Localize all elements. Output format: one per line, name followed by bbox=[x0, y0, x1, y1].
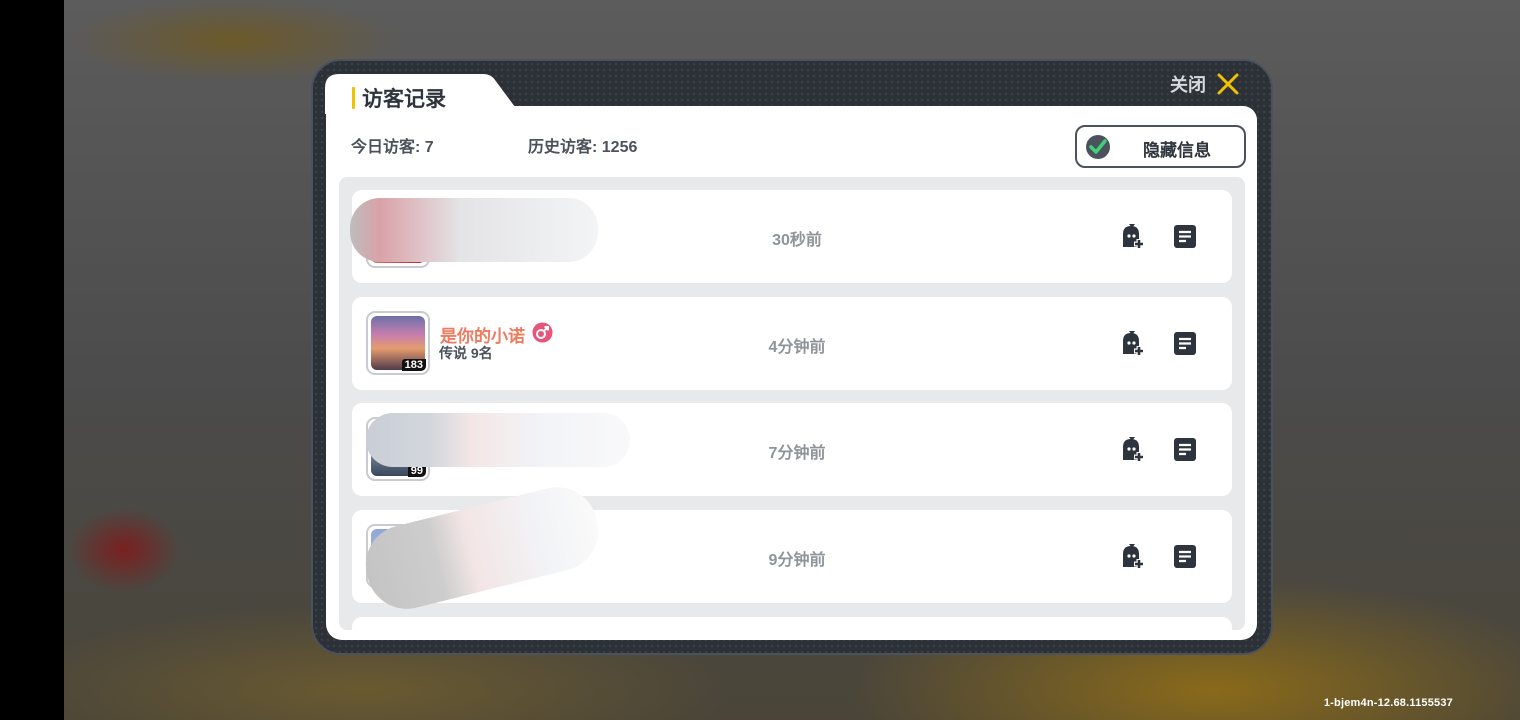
visitor-rank: 传说 9名 bbox=[439, 345, 493, 361]
add-friend-icon[interactable] bbox=[1119, 542, 1145, 570]
checkmark-icon bbox=[1086, 135, 1110, 159]
add-friend-icon[interactable] bbox=[1119, 222, 1145, 250]
history-visitors: 历史访客: 1256 bbox=[528, 139, 638, 156]
note-icon[interactable] bbox=[1173, 544, 1197, 569]
visit-time: 7分钟前 bbox=[768, 445, 826, 462]
modal-title: 访客记录 bbox=[362, 88, 446, 111]
redaction-blur bbox=[357, 478, 607, 618]
close-label: 关闭 bbox=[1170, 75, 1206, 95]
visit-time: 9分钟前 bbox=[768, 552, 826, 569]
today-visitors: 今日访客: 7 bbox=[351, 139, 434, 156]
title-accent-bar bbox=[352, 87, 355, 109]
add-friend-icon[interactable] bbox=[1119, 435, 1145, 463]
visit-time: 30秒前 bbox=[772, 232, 822, 249]
add-friend-icon[interactable] bbox=[1119, 329, 1145, 357]
redaction-blur bbox=[366, 413, 630, 467]
level-badge: 183 bbox=[401, 359, 426, 371]
visitor-row-partial[interactable] bbox=[352, 617, 1232, 630]
visit-time: 4分钟前 bbox=[768, 339, 826, 356]
visitor-row[interactable]: 30秒前 bbox=[350, 190, 1232, 283]
left-letterbox bbox=[0, 0, 64, 720]
note-icon[interactable] bbox=[1173, 331, 1197, 356]
note-icon[interactable] bbox=[1173, 437, 1197, 462]
close-icon bbox=[1217, 73, 1239, 95]
visitor-row[interactable]: 183 是你的小诺 传说 9名 4分钟前 bbox=[352, 297, 1232, 390]
avatar[interactable]: 183 bbox=[366, 311, 430, 375]
redaction-blur bbox=[350, 198, 598, 262]
visitor-list[interactable]: 30秒前 183 是你的小诺 传说 9名 4分钟前 99 7分钟前 9分钟前 bbox=[339, 177, 1245, 630]
hide-info-toggle[interactable]: 隐藏信息 bbox=[1075, 125, 1246, 168]
hide-info-label: 隐藏信息 bbox=[1143, 141, 1211, 160]
male-gender-icon bbox=[532, 322, 553, 343]
visitor-row[interactable]: 9分钟前 bbox=[352, 478, 1232, 618]
close-button[interactable]: 关闭 bbox=[1170, 70, 1240, 98]
build-version-tag: 1-bjem4n-12.68.1155537 bbox=[1323, 697, 1453, 709]
note-icon[interactable] bbox=[1173, 224, 1197, 249]
visitor-row[interactable]: 99 7分钟前 bbox=[352, 403, 1232, 496]
